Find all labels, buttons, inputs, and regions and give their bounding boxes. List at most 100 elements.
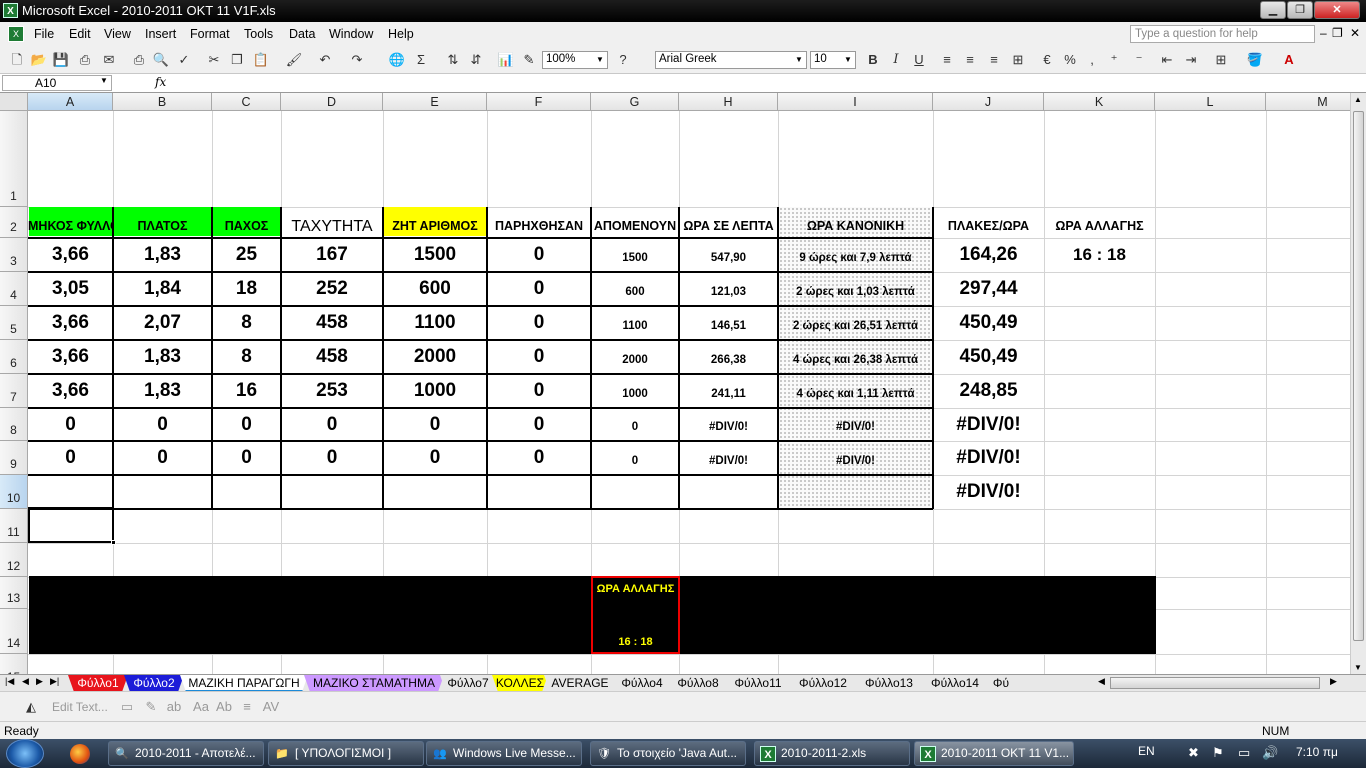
column-header-e[interactable]: E bbox=[383, 93, 487, 111]
menu-window[interactable]: Window bbox=[329, 27, 373, 41]
cell[interactable]: 0 bbox=[28, 441, 113, 475]
cell[interactable]: 2 ώρες και 1,03 λεπτά bbox=[778, 272, 933, 306]
edit-text-button[interactable]: Edit Text... bbox=[52, 700, 108, 714]
cell[interactable]: 547,90 bbox=[679, 238, 778, 272]
sheet-tab[interactable]: Φύλλο1 bbox=[68, 675, 128, 692]
sheet-tab[interactable]: Φύλλο12 bbox=[788, 675, 858, 692]
cell[interactable]: ΠΑΡΗΧΘΗΣΑΝ bbox=[487, 207, 591, 238]
sheet-tab[interactable]: ΜΑΖΙΚΟ ΣΤΑΜΑΤΗΜΑ bbox=[304, 675, 444, 692]
row-header-2[interactable]: 2 bbox=[0, 207, 28, 238]
worksheet-grid[interactable]: ABCDEFGHIJKLM 12345678910111213141516 ΜΗ… bbox=[0, 93, 1350, 674]
minimize-button[interactable]: ▁ bbox=[1260, 1, 1286, 19]
spell-text-icon[interactable]: ab bbox=[165, 698, 183, 716]
cell[interactable]: 450,49 bbox=[933, 340, 1044, 374]
taskbar-item[interactable]: X 2010-2011 OKT 11 V1... bbox=[914, 741, 1074, 766]
sort-descending-icon[interactable]: ⇵ bbox=[467, 51, 485, 69]
tray-flag-icon[interactable]: ⚑ bbox=[1212, 745, 1224, 761]
font-color-icon[interactable]: A bbox=[1280, 51, 1298, 69]
sheet-tab[interactable]: Φύλλο13 bbox=[854, 675, 924, 692]
cell[interactable]: 0 bbox=[383, 441, 487, 475]
menu-tools[interactable]: Tools bbox=[244, 27, 273, 41]
cell[interactable]: 2,07 bbox=[113, 306, 212, 340]
start-button[interactable] bbox=[6, 739, 44, 768]
menu-insert[interactable]: Insert bbox=[145, 27, 176, 41]
cell[interactable]: 0 bbox=[212, 408, 281, 441]
row-header-14[interactable]: 14 bbox=[0, 609, 28, 654]
last-sheet-icon[interactable]: ▶| bbox=[50, 676, 59, 687]
scroll-down-icon[interactable]: ▼ bbox=[1354, 663, 1362, 672]
bold-icon[interactable]: B bbox=[864, 51, 882, 69]
cell[interactable]: 450,49 bbox=[933, 306, 1044, 340]
cell[interactable]: #DIV/0! bbox=[679, 408, 778, 441]
language-indicator[interactable]: EN bbox=[1138, 744, 1155, 758]
cell[interactable]: 0 bbox=[113, 408, 212, 441]
fill-color-icon[interactable]: 🪣 bbox=[1246, 51, 1264, 69]
cell[interactable]: 3,66 bbox=[28, 374, 113, 408]
menu-help[interactable]: Help bbox=[388, 27, 414, 41]
cell[interactable]: 248,85 bbox=[933, 374, 1044, 408]
cell[interactable]: 600 bbox=[383, 272, 487, 306]
column-header-b[interactable]: B bbox=[113, 93, 212, 111]
cell[interactable]: 3,66 bbox=[28, 306, 113, 340]
menu-view[interactable]: View bbox=[104, 27, 131, 41]
active-cell[interactable] bbox=[28, 507, 114, 543]
fill-handle[interactable] bbox=[111, 540, 116, 545]
cell[interactable]: ΜΗΚΟΣ ΦΥΛΛΟΥ bbox=[28, 207, 113, 238]
doc-restore-icon[interactable]: ❐ bbox=[1332, 26, 1343, 40]
row-header-1[interactable]: 1 bbox=[0, 111, 28, 207]
row-header-15[interactable]: 15 bbox=[0, 654, 28, 674]
clock[interactable]: 7:10 πμ bbox=[1296, 745, 1338, 759]
tray-monitor-icon[interactable]: ▭ bbox=[1238, 745, 1250, 761]
cut-icon[interactable]: ✂ bbox=[205, 51, 223, 69]
cell[interactable]: 1100 bbox=[591, 306, 679, 340]
close-button[interactable]: ✕ bbox=[1314, 1, 1360, 19]
next-sheet-icon[interactable]: ▶ bbox=[36, 676, 43, 687]
cell[interactable]: 252 bbox=[281, 272, 383, 306]
cell[interactable]: #DIV/0! bbox=[933, 441, 1044, 475]
drawing-icon[interactable]: ✎ bbox=[520, 51, 538, 69]
column-header-h[interactable]: H bbox=[679, 93, 778, 111]
format-painter-icon[interactable]: 🖌 bbox=[285, 51, 303, 69]
cell[interactable]: #DIV/0! bbox=[933, 408, 1044, 441]
row-header-13[interactable]: 13 bbox=[0, 577, 28, 609]
cell[interactable]: 25 bbox=[212, 238, 281, 272]
spacing-icon[interactable]: AV bbox=[262, 698, 280, 716]
first-sheet-icon[interactable]: |◀ bbox=[5, 676, 14, 687]
sheet-tab[interactable]: ΚΟΛΛΕΣ bbox=[492, 675, 548, 692]
menu-edit[interactable]: Edit bbox=[69, 27, 91, 41]
column-header-m[interactable]: M bbox=[1266, 93, 1350, 111]
cell[interactable]: ΩΡΑ ΚΑΝΟΝΙΚΗ bbox=[778, 207, 933, 238]
sheet-tab[interactable]: Φύ bbox=[986, 675, 1016, 692]
menu-format[interactable]: Format bbox=[190, 27, 230, 41]
column-header-d[interactable]: D bbox=[281, 93, 383, 111]
comma-icon[interactable]: , bbox=[1083, 51, 1101, 69]
cell[interactable]: 0 bbox=[487, 306, 591, 340]
sheet-tab[interactable]: ΜΑΖΙΚΗ ΠΑΡΑΓΩΓΗ bbox=[180, 675, 308, 692]
print-preview-icon[interactable]: 🔍 bbox=[152, 51, 170, 69]
cell[interactable]: 1000 bbox=[383, 374, 487, 408]
chart-wizard-icon[interactable]: 📊 bbox=[497, 51, 515, 69]
help-search-input[interactable]: Type a question for help bbox=[1130, 25, 1315, 43]
font-select[interactable]: Arial Greek ▼ bbox=[655, 51, 807, 69]
prev-sheet-icon[interactable]: ◀ bbox=[22, 676, 29, 687]
firefox-icon[interactable] bbox=[70, 744, 90, 764]
permission-icon[interactable]: ⎙ bbox=[76, 51, 94, 69]
cell[interactable]: 4 ώρες και 1,11 λεπτά bbox=[778, 374, 933, 408]
cell[interactable]: ΑΠΟΜΕΝΟΥΝ bbox=[591, 207, 679, 238]
sheet-tab[interactable]: Φύλλο11 bbox=[724, 675, 792, 692]
cell[interactable]: 266,38 bbox=[679, 340, 778, 374]
doc-minimize-icon[interactable]: – bbox=[1320, 26, 1327, 40]
cell[interactable]: #DIV/0! bbox=[679, 441, 778, 475]
percent-icon[interactable]: % bbox=[1061, 51, 1079, 69]
cell[interactable]: 8 bbox=[212, 306, 281, 340]
mail-icon[interactable]: ✉ bbox=[100, 51, 118, 69]
column-header-j[interactable]: J bbox=[933, 93, 1044, 111]
increase-decimal-icon[interactable]: ⁺ bbox=[1105, 51, 1123, 69]
cell[interactable]: 458 bbox=[281, 306, 383, 340]
column-header-k[interactable]: K bbox=[1044, 93, 1155, 111]
name-box[interactable]: A10 bbox=[2, 75, 112, 91]
cell[interactable]: #DIV/0! bbox=[778, 408, 933, 441]
alignment-icon[interactable]: ≡ bbox=[238, 698, 256, 716]
cell[interactable]: 0 bbox=[212, 441, 281, 475]
hscroll-left-icon[interactable]: ◀ bbox=[1098, 676, 1105, 687]
